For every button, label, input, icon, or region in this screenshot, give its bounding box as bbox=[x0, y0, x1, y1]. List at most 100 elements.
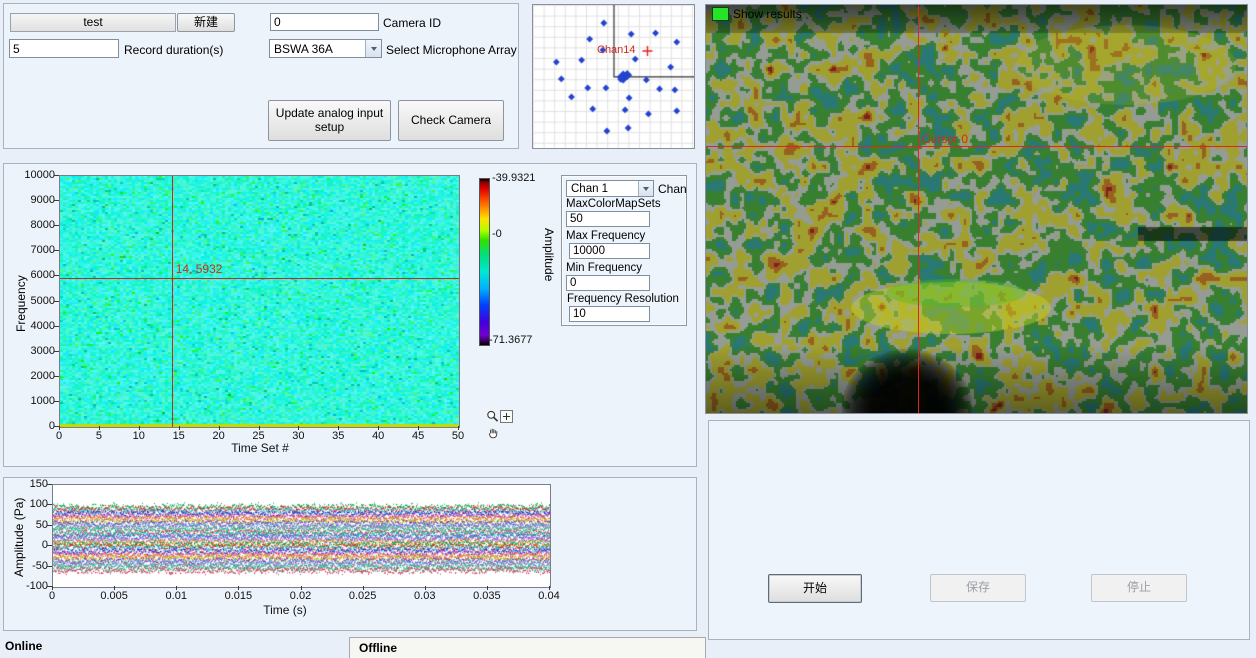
new-project-button[interactable]: 新建 bbox=[177, 13, 235, 32]
min-frequency-label: Min Frequency bbox=[566, 262, 642, 274]
tick-label: 0 bbox=[56, 430, 62, 442]
zoom-tool-icon[interactable] bbox=[486, 410, 499, 423]
tick-label: 0.035 bbox=[473, 590, 501, 602]
tick-mark bbox=[59, 426, 60, 430]
channel-label: Chan bbox=[658, 182, 687, 196]
tick-label: 6000 bbox=[31, 269, 55, 281]
spectrogram-ylabel: Frequency bbox=[14, 275, 28, 332]
tick-mark bbox=[54, 301, 59, 302]
tick-label: 100 bbox=[30, 498, 48, 510]
actions-panel: 开始 保存 停止 bbox=[708, 420, 1250, 640]
mic-array-canvas[interactable] bbox=[533, 5, 694, 148]
status-online: Online bbox=[5, 639, 42, 653]
color-scale-max: -39.9321 bbox=[492, 172, 535, 184]
mic-array-cursor-label: Chan14 bbox=[597, 44, 636, 56]
camera-id-input[interactable] bbox=[270, 13, 379, 31]
show-results-checkbox[interactable] bbox=[712, 7, 729, 21]
tick-label: 5 bbox=[96, 430, 102, 442]
tick-mark bbox=[487, 586, 488, 590]
tick-mark bbox=[52, 586, 53, 590]
mic-array-dropdown-button[interactable] bbox=[365, 40, 381, 57]
tick-mark bbox=[378, 426, 379, 430]
tick-label: 9000 bbox=[31, 194, 55, 206]
max-frequency-label: Max Frequency bbox=[566, 230, 645, 242]
tick-label: 0.01 bbox=[166, 590, 187, 602]
tick-mark bbox=[47, 484, 52, 485]
tick-mark bbox=[54, 351, 59, 352]
spectrogram-cursor-hline[interactable] bbox=[60, 278, 459, 279]
waveform-canvas[interactable] bbox=[53, 485, 550, 587]
chevron-down-icon bbox=[643, 187, 649, 191]
spectrogram-canvas[interactable] bbox=[60, 176, 459, 427]
maxcolormapsets-input[interactable] bbox=[566, 211, 650, 227]
start-button[interactable]: 开始 bbox=[768, 574, 862, 603]
frequency-resolution-input[interactable] bbox=[569, 306, 650, 322]
channel-value: Chan 1 bbox=[567, 183, 638, 195]
camera-cursor-label: Cursor 0 bbox=[922, 132, 968, 146]
spectrogram-xlabel: Time Set # bbox=[231, 441, 289, 455]
tick-label: 0.015 bbox=[225, 590, 253, 602]
tick-mark bbox=[298, 426, 299, 430]
spectrogram-cursor-vline[interactable] bbox=[172, 176, 173, 427]
camera-view: Show results Cursor 0 bbox=[705, 4, 1248, 414]
tick-label: 40 bbox=[372, 430, 384, 442]
save-button[interactable]: 保存 bbox=[930, 574, 1026, 602]
tick-label: 45 bbox=[412, 430, 424, 442]
tick-label: 50 bbox=[452, 430, 464, 442]
channel-dropdown-button[interactable] bbox=[638, 181, 653, 196]
tick-label: 0.04 bbox=[538, 590, 559, 602]
tick-mark bbox=[47, 504, 52, 505]
tick-mark bbox=[47, 525, 52, 526]
color-scale-label: Amplitude bbox=[542, 228, 556, 281]
tick-mark bbox=[301, 586, 302, 590]
check-camera-button[interactable]: Check Camera bbox=[398, 100, 504, 141]
acoustic-camera-app: test 新建 Record duration(s) Camera ID BSW… bbox=[0, 0, 1256, 658]
color-scale-mid: -0 bbox=[492, 228, 502, 240]
tick-mark bbox=[54, 401, 59, 402]
tick-mark bbox=[549, 586, 550, 590]
record-duration-input[interactable] bbox=[9, 39, 119, 58]
tick-mark bbox=[238, 586, 239, 590]
project-name-field[interactable]: test bbox=[10, 13, 176, 32]
color-scale-min: -71.3677 bbox=[489, 334, 532, 346]
setup-panel: test 新建 Record duration(s) Camera ID BSW… bbox=[3, 3, 519, 149]
tick-label: 8000 bbox=[31, 219, 55, 231]
spectrogram-cursor-label: 14, 5932 bbox=[176, 262, 223, 276]
tick-label: 25 bbox=[252, 430, 264, 442]
mic-array-label: Select Microphone Array bbox=[386, 43, 517, 57]
tick-mark bbox=[338, 426, 339, 430]
tick-label: 10000 bbox=[24, 169, 55, 181]
color-scale[interactable] bbox=[479, 178, 490, 346]
record-duration-label: Record duration(s) bbox=[124, 43, 223, 57]
tick-mark bbox=[363, 586, 364, 590]
camera-overlay-canvas[interactable] bbox=[706, 5, 1247, 413]
tick-label: 0.025 bbox=[349, 590, 377, 602]
tick-label: 15 bbox=[173, 430, 185, 442]
tick-mark bbox=[259, 426, 260, 430]
analysis-controls-box: Chan 1 Chan MaxColorMapSets Max Frequenc… bbox=[561, 175, 687, 326]
mic-array-plot: Chan14 bbox=[532, 4, 695, 149]
status-offline-box: Offline bbox=[349, 637, 706, 658]
waveform-xlabel: Time (s) bbox=[263, 603, 307, 617]
tick-mark bbox=[54, 275, 59, 276]
maxcolormapsets-label: MaxColorMapSets bbox=[566, 198, 661, 210]
cursor-tool-icon[interactable] bbox=[500, 410, 513, 423]
min-frequency-input[interactable] bbox=[566, 275, 650, 291]
tick-label: -100 bbox=[26, 580, 48, 592]
tick-label: 0.005 bbox=[100, 590, 128, 602]
camera-cursor-hline[interactable] bbox=[706, 146, 1247, 147]
tick-mark bbox=[54, 376, 59, 377]
max-frequency-input[interactable] bbox=[569, 243, 650, 259]
stop-button[interactable]: 停止 bbox=[1091, 574, 1187, 602]
frequency-resolution-label: Frequency Resolution bbox=[567, 293, 679, 305]
tick-label: 150 bbox=[30, 478, 48, 490]
tick-mark bbox=[425, 586, 426, 590]
mic-array-select[interactable]: BSWA 36A bbox=[269, 39, 382, 58]
camera-cursor-vline[interactable] bbox=[918, 5, 919, 413]
camera-id-label: Camera ID bbox=[383, 16, 441, 30]
pan-hand-tool-icon[interactable] bbox=[487, 426, 500, 439]
update-analog-input-button[interactable]: Update analog input setup bbox=[268, 100, 391, 141]
tick-mark bbox=[54, 250, 59, 251]
channel-select[interactable]: Chan 1 bbox=[566, 180, 654, 197]
chevron-down-icon bbox=[371, 47, 377, 51]
